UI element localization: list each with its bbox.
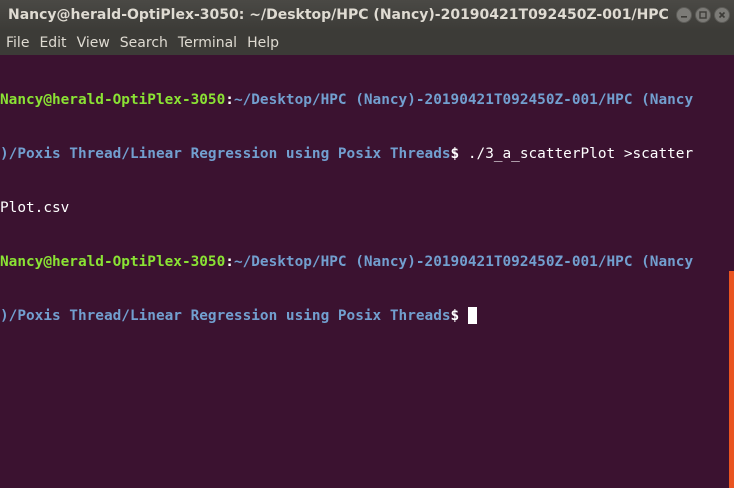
terminal-line: Plot.csv xyxy=(0,199,728,217)
menu-search[interactable]: Search xyxy=(115,31,173,55)
maximize-icon xyxy=(699,11,707,19)
menu-view[interactable]: View xyxy=(72,31,115,55)
text-cursor xyxy=(467,307,477,324)
terminal-line: )/Poxis Thread/Linear Regression using P… xyxy=(0,307,728,325)
terminal-line: Nancy@herald-OptiPlex-3050:~/Desktop/HPC… xyxy=(0,253,728,271)
prompt-path: ~/Desktop/HPC (Nancy)-20190421T092450Z-0… xyxy=(233,92,694,108)
menu-file[interactable]: File xyxy=(1,31,34,55)
minimize-icon xyxy=(681,16,687,18)
prompt-path-continued: )/Poxis Thread/Linear Regression using P… xyxy=(0,146,451,162)
scrollbar[interactable] xyxy=(728,55,734,488)
terminal-window: Nancy@herald-OptiPlex-3050: ~/Desktop/HP… xyxy=(0,0,734,488)
terminal-text: Nancy@herald-OptiPlex-3050:~/Desktop/HPC… xyxy=(0,55,728,361)
command-text-continued: Plot.csv xyxy=(0,200,70,216)
terminal-output[interactable]: Nancy@herald-OptiPlex-3050:~/Desktop/HPC… xyxy=(0,55,728,488)
terminal-line: )/Poxis Thread/Linear Regression using P… xyxy=(0,145,728,163)
terminal-line: Nancy@herald-OptiPlex-3050:~/Desktop/HPC… xyxy=(0,91,728,109)
menu-help[interactable]: Help xyxy=(242,31,284,55)
title-bar[interactable]: Nancy@herald-OptiPlex-3050: ~/Desktop/HP… xyxy=(0,0,734,31)
command-text: ./3_a_scatterPlot >scatter xyxy=(459,146,694,162)
prompt-path-continued: )/Poxis Thread/Linear Regression using P… xyxy=(0,308,451,324)
prompt-sign: $ xyxy=(450,308,460,324)
scrollbar-thumb[interactable] xyxy=(729,271,734,488)
minimize-button[interactable] xyxy=(676,7,692,23)
menu-edit[interactable]: Edit xyxy=(34,31,71,55)
command-text xyxy=(459,308,468,324)
prompt-sign: $ xyxy=(450,146,460,162)
close-button[interactable] xyxy=(714,7,730,23)
prompt-separator: : xyxy=(225,254,234,270)
prompt-user-host: Nancy@herald-OptiPlex-3050 xyxy=(0,92,226,108)
window-controls xyxy=(676,7,730,23)
close-icon xyxy=(718,11,726,19)
prompt-separator: : xyxy=(225,92,234,108)
window-title: Nancy@herald-OptiPlex-3050: ~/Desktop/HP… xyxy=(8,7,670,23)
maximize-button[interactable] xyxy=(695,7,711,23)
prompt-user-host: Nancy@herald-OptiPlex-3050 xyxy=(0,254,226,270)
menu-terminal[interactable]: Terminal xyxy=(173,31,242,55)
prompt-path: ~/Desktop/HPC (Nancy)-20190421T092450Z-0… xyxy=(233,254,694,270)
menu-bar: File Edit View Search Terminal Help xyxy=(0,31,734,55)
